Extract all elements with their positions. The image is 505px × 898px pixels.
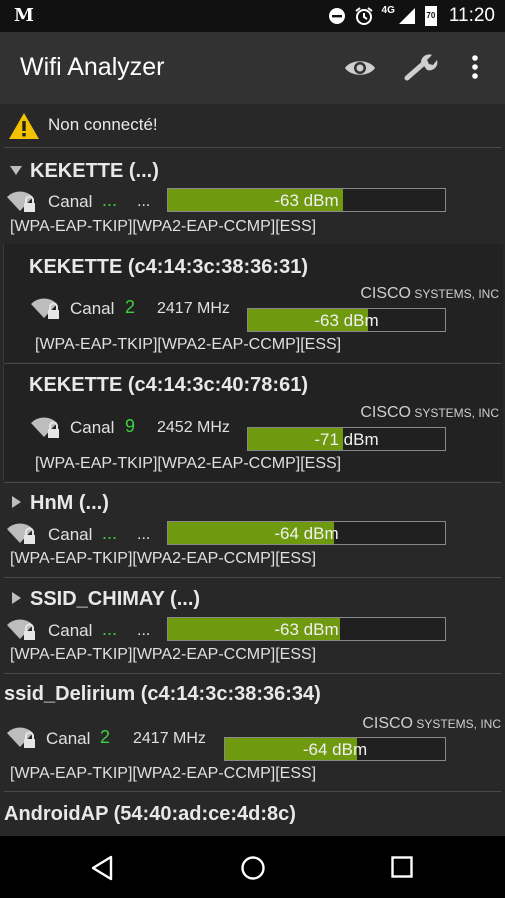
battery-icon: 70 <box>424 6 437 26</box>
vendor: CISCO SYSTEMS, INC <box>360 285 499 302</box>
security: [WPA-EAP-TKIP][WPA2-EAP-CCMP][ESS] <box>10 646 317 663</box>
signal-icon <box>398 8 415 24</box>
wifi-lock-icon <box>31 298 59 319</box>
channel-value: 2 <box>125 297 136 317</box>
wifi-lock-icon <box>7 523 35 544</box>
vendor: CISCO SYSTEMS, INC <box>362 715 501 732</box>
expand-arrow-icon[interactable] <box>12 496 21 508</box>
frequency: 2417 MHz <box>157 300 230 317</box>
recents-icon[interactable] <box>391 856 413 878</box>
signal-bar: -63 dBm <box>167 188 446 212</box>
channel-label: Canal <box>48 621 93 640</box>
frequency: 2452 MHz <box>157 419 230 436</box>
signal-strength: -64 dBm <box>302 740 368 759</box>
channel-value: 9 <box>125 416 136 436</box>
navigation-bar <box>0 836 505 898</box>
channel-label: Canal <box>70 418 115 437</box>
access-point-item[interactable]: KEKETTE (c4:14:3c:38:36:31) CISCO SYSTEM… <box>3 244 503 362</box>
signal-strength: -71 dBm <box>314 430 379 449</box>
channel-label: Canal <box>48 525 93 544</box>
connection-text: Non connecté! <box>48 115 158 134</box>
frequency: 2417 MHz <box>133 730 206 747</box>
network-name: KEKETTE (...) <box>30 160 159 182</box>
security: [WPA-EAP-TKIP][WPA2-EAP-CCMP][ESS] <box>10 765 317 782</box>
signal-bar: -64 dBm <box>167 521 446 545</box>
back-icon[interactable] <box>90 855 114 881</box>
access-point-name: KEKETTE (c4:14:3c:40:78:61) <box>29 374 308 396</box>
network-group-kekette[interactable]: KEKETTE (...) Canal ... ... -63 dBm [WPA… <box>0 147 505 243</box>
network-group-hnm[interactable]: HnM (...) Canal ... ... -64 dBm [WPA-EAP… <box>0 483 505 577</box>
network-group-ssid-chimay[interactable]: SSID_CHIMAY (...) Canal ... ... -63 dBm … <box>0 578 505 673</box>
carrier-icon: M <box>14 5 34 26</box>
network-type: 4G <box>381 4 395 16</box>
frequency: ... <box>137 193 151 210</box>
access-point-name: KEKETTE (c4:14:3c:38:36:31) <box>29 256 308 278</box>
access-point-item[interactable]: ssid_Delirium (c4:14:3c:38:36:34) CISCO … <box>0 674 505 791</box>
signal-strength: -64 dBm <box>274 524 339 543</box>
status-bar: M 4G 70 11:20 <box>0 0 505 32</box>
eye-icon[interactable] <box>343 56 377 80</box>
channel-value: ... <box>102 523 118 543</box>
wifi-lock-icon <box>7 727 35 748</box>
access-point-name: ssid_Delirium (c4:14:3c:38:36:34) <box>4 683 321 705</box>
signal-bar: -64 dBm <box>224 737 446 761</box>
access-point-item[interactable]: AndroidAP (54:40:ad:ce:4d:8c) <box>0 792 505 835</box>
channel-value: 2 <box>100 727 111 747</box>
access-point-name: AndroidAP (54:40:ad:ce:4d:8c) <box>4 803 296 825</box>
security: [WPA-EAP-TKIP][WPA2-EAP-CCMP][ESS] <box>35 455 342 472</box>
channel-label: Canal <box>70 299 115 318</box>
wrench-icon[interactable] <box>403 52 439 82</box>
expand-arrow-icon[interactable] <box>12 592 21 604</box>
security: [WPA-EAP-TKIP][WPA2-EAP-CCMP][ESS] <box>10 550 317 567</box>
signal-strength: -63 dBm <box>274 620 339 639</box>
channel-label: Canal <box>48 192 93 211</box>
signal-bar: -71 dBm <box>247 427 446 451</box>
network-name: SSID_CHIMAY (...) <box>30 588 201 610</box>
frequency: ... <box>137 622 151 639</box>
network-list[interactable]: KEKETTE (...) Canal ... ... -63 dBm [WPA… <box>0 147 505 835</box>
app-title: Wifi Analyzer <box>20 53 165 81</box>
channel-value: ... <box>102 190 118 210</box>
app-toolbar: Wifi Analyzer <box>0 32 505 104</box>
signal-strength: -63 dBm <box>314 311 379 330</box>
vendor: CISCO SYSTEMS, INC <box>360 404 499 421</box>
connection-status: Non connecté! <box>0 104 505 146</box>
security: [WPA-EAP-TKIP][WPA2-EAP-CCMP][ESS] <box>35 336 342 353</box>
wifi-lock-icon <box>7 619 35 640</box>
signal-bar: -63 dBm <box>247 308 446 332</box>
overflow-menu-icon[interactable] <box>470 54 480 80</box>
signal-strength: -63 dBm <box>274 191 339 210</box>
warning-icon <box>9 113 39 139</box>
signal-bar: -63 dBm <box>167 617 446 641</box>
access-point-item[interactable]: KEKETTE (c4:14:3c:40:78:61) CISCO SYSTEM… <box>3 364 503 481</box>
alarm-icon <box>354 7 373 25</box>
do-not-disturb-icon <box>328 8 345 24</box>
wifi-lock-icon <box>7 191 35 212</box>
network-name: HnM (...) <box>30 492 109 514</box>
wifi-lock-icon <box>31 417 59 438</box>
channel-label: Canal <box>46 729 91 748</box>
channel-value: ... <box>102 619 118 639</box>
frequency: ... <box>137 526 151 543</box>
security: [WPA-EAP-TKIP][WPA2-EAP-CCMP][ESS] <box>10 218 317 235</box>
home-icon[interactable] <box>240 855 266 881</box>
clock: 11:20 <box>448 5 495 26</box>
collapse-arrow-icon[interactable] <box>10 166 22 175</box>
